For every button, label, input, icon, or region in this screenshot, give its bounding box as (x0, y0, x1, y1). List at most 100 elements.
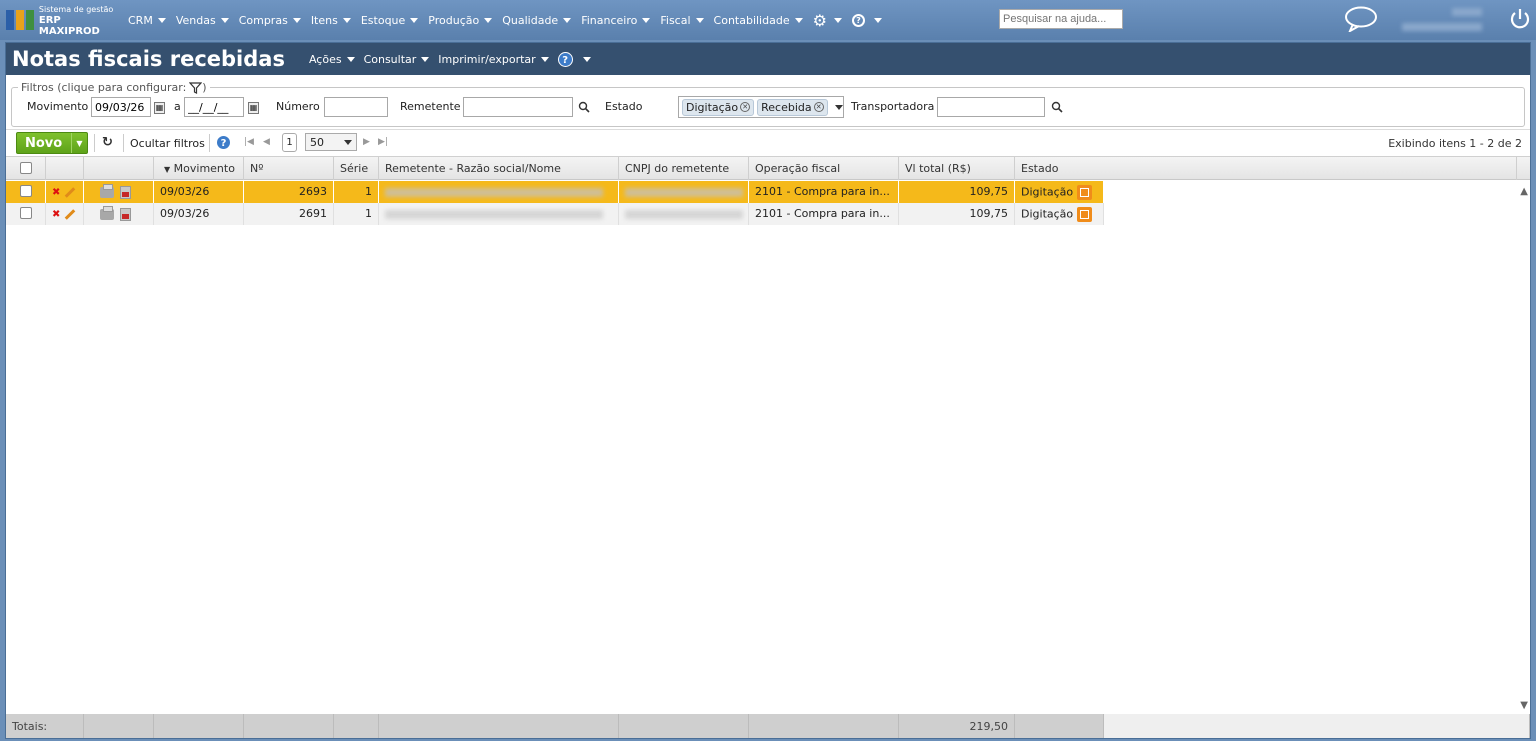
col-serie[interactable]: Série (334, 157, 379, 180)
movimento-from-input[interactable] (91, 97, 151, 117)
help-menu[interactable]: ? (851, 13, 882, 27)
gear-icon: ⚙ (812, 10, 827, 30)
prev-page-icon[interactable]: ◀ (263, 137, 270, 147)
remove-tag-icon[interactable]: ✕ (740, 102, 751, 112)
col-numero[interactable]: Nº (244, 157, 334, 180)
estado-multiselect[interactable]: Digitação ✕ Recebida ✕ (678, 96, 844, 118)
redacted-text (625, 209, 743, 219)
col-operacao-fiscal[interactable]: Operação fiscal (749, 157, 899, 180)
cell-movimento: 09/03/26 (154, 203, 244, 225)
numero-input[interactable] (324, 97, 388, 117)
refresh-icon[interactable]: ↻ (102, 135, 113, 150)
remove-tag-icon[interactable]: ✕ (813, 102, 824, 112)
logo-title: ERP MAXIPROD (38, 14, 100, 37)
pdf-icon[interactable] (120, 185, 131, 199)
cell-serie: 1 (334, 181, 379, 203)
menu-financeiro[interactable]: Financeiro (581, 14, 651, 27)
funnel-icon[interactable] (189, 81, 203, 94)
acoes-menu[interactable]: Ações (309, 53, 355, 66)
menu-estoque[interactable]: Estoque (361, 14, 419, 27)
settings-menu[interactable]: ⚙ (813, 11, 842, 30)
menu-contabilidade[interactable]: Contabilidade (714, 14, 803, 27)
estado-label: Estado (605, 100, 643, 113)
col-movimento[interactable]: ▼ Movimento (154, 157, 244, 180)
transportadora-input[interactable] (937, 97, 1045, 117)
totals-row: Totais: 219,50 (6, 714, 1530, 738)
pdf-icon[interactable] (120, 207, 131, 221)
caret-down-icon (695, 17, 704, 23)
ocultar-filtros-button[interactable]: Ocultar filtros (130, 137, 205, 150)
chat-bubble-icon[interactable] (1344, 6, 1378, 32)
current-page-input[interactable]: 1 (282, 133, 297, 152)
caret-down-icon (642, 17, 651, 23)
page-help-menu[interactable]: ? (557, 51, 591, 67)
menu-vendas[interactable]: Vendas (176, 14, 229, 27)
menu-itens[interactable]: Itens (311, 14, 351, 27)
search-icon[interactable] (1051, 101, 1063, 113)
pagination-info: Exibindo itens 1 - 2 de 2 (1388, 137, 1522, 150)
caret-down-icon (833, 17, 842, 23)
cell-remetente (379, 181, 619, 203)
print-icon[interactable] (100, 183, 114, 198)
transportadora-label: Transportadora (851, 100, 935, 113)
remetente-label: Remetente (400, 100, 461, 113)
edit-state-icon[interactable] (1077, 207, 1093, 222)
cell-numero: 2693 (244, 181, 334, 203)
imprimir-exportar-menu[interactable]: Imprimir/exportar (438, 53, 549, 66)
remetente-input[interactable] (463, 97, 573, 117)
select-all-checkbox[interactable] (20, 162, 32, 174)
caret-down-icon[interactable] (834, 104, 843, 110)
search-icon[interactable] (578, 101, 590, 113)
calendar-icon[interactable]: ▦ (154, 102, 165, 114)
menu-qualidade[interactable]: Qualidade (502, 14, 572, 27)
movimento-range-separator: a (174, 100, 181, 113)
edit-pencil-icon[interactable] (65, 186, 76, 198)
print-icon[interactable] (100, 205, 114, 220)
menu-fiscal[interactable]: Fiscal (660, 14, 704, 27)
next-page-icon[interactable]: ▶ (363, 137, 370, 147)
filters-legend[interactable]: Filtros (clique para configurar: ) (18, 81, 210, 94)
help-icon[interactable]: ? (216, 135, 231, 150)
menu-compras[interactable]: Compras (239, 14, 301, 27)
movimento-to-input[interactable] (184, 97, 244, 117)
caret-down-icon (873, 17, 882, 23)
power-icon[interactable] (1508, 7, 1532, 31)
col-remetente[interactable]: Remetente - Razão social/Nome (379, 157, 619, 180)
cell-remetente (379, 203, 619, 225)
estado-tag-digitacao[interactable]: Digitação ✕ (682, 98, 755, 116)
scroll-down-icon[interactable]: ▼ (1520, 700, 1528, 711)
numero-label: Número (276, 100, 320, 113)
sort-desc-icon: ▼ (164, 165, 171, 174)
novo-dropdown-caret-icon[interactable]: ▼ (71, 133, 87, 153)
grid-toolbar: Novo ▼ ↻ Ocultar filtros ? |◀ ◀ 1 50 ▶ ▶… (6, 129, 1530, 155)
menu-crm[interactable]: CRM (128, 14, 166, 27)
table-row[interactable]: ✖ 09/03/26 2693 1 2101 - Compra para in.… (6, 181, 1104, 203)
cell-cnpj (619, 181, 749, 203)
estado-tag-recebida[interactable]: Recebida ✕ (757, 98, 828, 116)
consultar-menu[interactable]: Consultar (364, 53, 430, 66)
col-cnpj[interactable]: CNPJ do remetente (619, 157, 749, 180)
col-vl-total[interactable]: Vl total (R$) (899, 157, 1015, 180)
title-bar: Notas fiscais recebidas Ações Consultar … (6, 43, 1530, 75)
novo-button[interactable]: Novo ▼ (16, 132, 88, 154)
calendar-icon[interactable]: ▦ (248, 102, 259, 114)
row-checkbox[interactable] (20, 207, 32, 219)
delete-icon[interactable]: ✖ (52, 187, 60, 198)
user-info[interactable] (1392, 6, 1482, 34)
caret-down-icon (540, 56, 549, 62)
table-row[interactable]: ✖ 09/03/26 2691 1 2101 - Compra para in.… (6, 203, 1104, 225)
last-page-icon[interactable]: ▶| (378, 137, 388, 147)
edit-pencil-icon[interactable] (65, 208, 76, 220)
help-search-input[interactable] (999, 9, 1123, 29)
row-checkbox[interactable] (20, 185, 32, 197)
main-window: Notas fiscais recebidas Ações Consultar … (5, 42, 1531, 739)
first-page-icon[interactable]: |◀ (244, 137, 254, 147)
page-size-select[interactable]: 50 (305, 133, 357, 151)
app-logo[interactable]: Sistema de gestão ERP MAXIPROD (6, 4, 122, 37)
col-estado[interactable]: Estado (1015, 157, 1517, 180)
edit-state-icon[interactable] (1077, 185, 1093, 200)
filters-panel: Filtros (clique para configurar: ) Movim… (11, 81, 1525, 127)
delete-icon[interactable]: ✖ (52, 209, 60, 220)
menu-producao[interactable]: Produção (428, 14, 493, 27)
scroll-up-icon[interactable]: ▲ (1520, 186, 1528, 197)
